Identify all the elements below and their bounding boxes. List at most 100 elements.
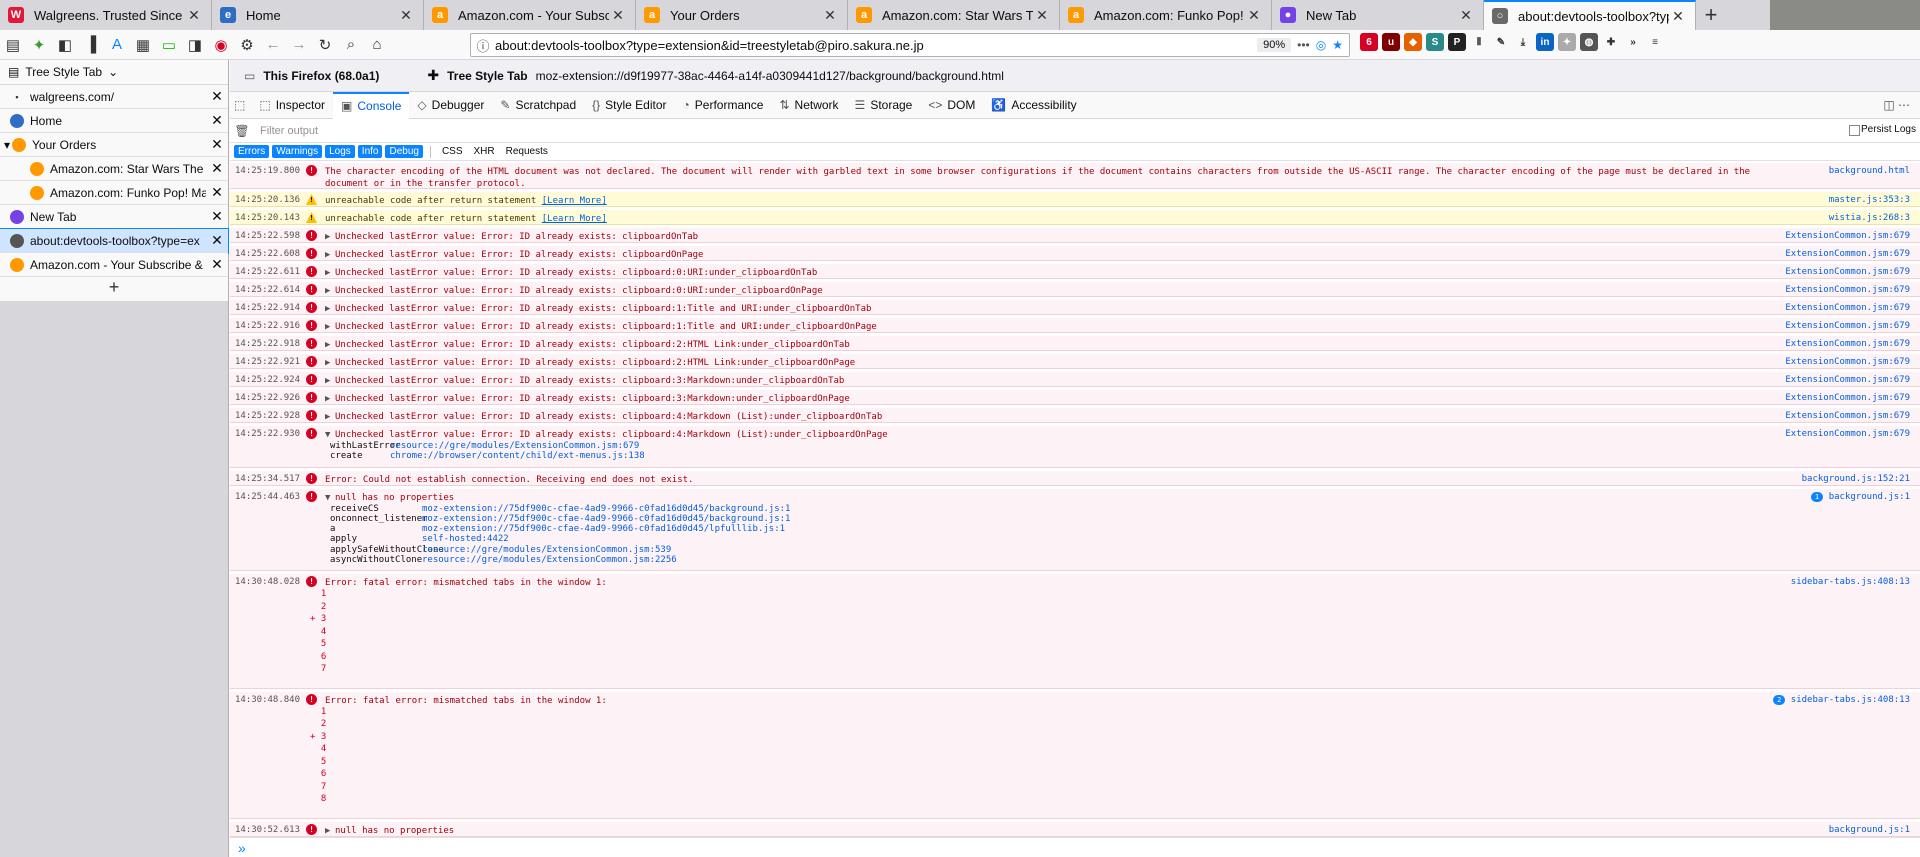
close-icon[interactable]: ✕ — [206, 160, 228, 177]
message-source-link[interactable]: ExtensionCommon.jsm:679 — [1785, 249, 1910, 259]
close-icon[interactable]: ✕ — [206, 184, 228, 201]
message-source-link[interactable]: ExtensionCommon.jsm:679 — [1785, 285, 1910, 295]
page-actions-icon[interactable]: ••• — [1297, 38, 1310, 52]
console-message[interactable]: 14:25:22.924! ▶ Unchecked lastError value:… — [230, 372, 1920, 387]
menu-icon[interactable]: ≡ — [1646, 33, 1664, 51]
message-source-link[interactable]: background.js:152:21 — [1802, 474, 1910, 484]
message-source-link[interactable]: ExtensionCommon.jsm:679 — [1785, 393, 1910, 403]
dock-options-icon[interactable]: ◫ ⋯ — [1883, 98, 1910, 112]
close-icon[interactable]: ✕ — [185, 6, 203, 24]
console-message[interactable]: 14:25:22.921! ▶ Unchecked lastError value:… — [230, 354, 1920, 369]
collapsed-twisty-icon[interactable]: ▶ — [325, 375, 335, 387]
console-message[interactable]: 14:25:20.143! unreachable code after retu… — [230, 210, 1920, 225]
filter-info[interactable]: Info — [357, 145, 383, 158]
search-icon[interactable]: ⌕ — [338, 32, 364, 58]
filter-css[interactable]: CSS — [438, 145, 467, 158]
message-source-link[interactable]: ExtensionCommon.jsm:679 — [1785, 357, 1910, 367]
pick-element-icon[interactable]: ⬚ — [230, 98, 251, 112]
collapsed-twisty-icon[interactable]: ▶ — [325, 357, 335, 369]
collapsed-twisty-icon[interactable]: ▶ — [325, 303, 335, 315]
console-message[interactable]: 14:25:19.800! The character encoding of t… — [230, 163, 1920, 189]
translate-icon[interactable]: A — [104, 32, 130, 58]
filter-errors[interactable]: Errors — [234, 145, 270, 158]
console-message[interactable]: 14:30:48.840! Error: fatal error: mismatc… — [230, 691, 1920, 819]
sidebar-tab-item[interactable]: Home ✕ — [0, 109, 228, 133]
extension-red-badge-icon[interactable]: 6 — [1360, 33, 1378, 51]
filter-requests[interactable]: Requests — [502, 145, 552, 158]
collapsed-twisty-icon[interactable]: ▶ — [325, 267, 335, 279]
collapsed-twisty-icon[interactable]: ▶ — [325, 393, 335, 405]
message-source-link[interactable]: ExtensionCommon.jsm:679 — [1785, 231, 1910, 241]
message-source-link[interactable]: sidebar-tabs.js:408:13 — [1791, 577, 1910, 587]
stack-location-link[interactable]: moz-extension://75df900c-cfae-4ad9-9966-… — [422, 504, 790, 514]
stack-frame[interactable]: asyncWithoutCloneresource://gre/modules/… — [330, 555, 677, 565]
console-message[interactable]: 14:25:22.614! ▶ Unchecked lastError value:… — [230, 282, 1920, 297]
console-input-prompt[interactable]: » — [230, 837, 1920, 857]
close-icon[interactable]: ✕ — [821, 6, 839, 24]
browser-tab[interactable]: ○ about:devtools-toolbox?type=ext✕ — [1484, 0, 1696, 30]
message-source-link[interactable]: background.html — [1829, 166, 1910, 176]
console-message[interactable]: 14:25:22.598! ▶ Unchecked lastError value:… — [230, 228, 1920, 243]
extension-globe-icon[interactable]: ◍ — [1580, 33, 1598, 51]
extension-gear-icon[interactable]: ⚙ — [234, 32, 260, 58]
console-message[interactable]: 14:30:52.613! ▶ null has no properties back… — [230, 821, 1920, 837]
console-message[interactable]: 14:25:44.463! ▼ null has no properties back… — [230, 488, 1920, 572]
close-icon[interactable]: ✕ — [397, 6, 415, 24]
stack-location-link[interactable]: resource://gre/modules/ExtensionCommon.j… — [422, 545, 671, 555]
tool-tab-accessibility[interactable]: ♿ Accessibility — [983, 92, 1084, 119]
filter-warnings[interactable]: Warnings — [272, 145, 323, 158]
bookmark-star-icon[interactable]: ★ — [1332, 38, 1343, 52]
sidebar-tab-item[interactable]: Amazon.com - Your Subscribe & ✕ — [0, 253, 228, 277]
console-message[interactable]: 14:25:34.517! Error: Could not establish … — [230, 470, 1920, 486]
message-source-link[interactable]: wistia.js:268:3 — [1829, 213, 1910, 223]
close-icon[interactable]: ✕ — [1033, 6, 1051, 24]
sidebar-right-icon[interactable]: ▐ — [78, 32, 104, 58]
browser-tab[interactable]: a Amazon.com: Star Wars The E✕ — [848, 0, 1060, 30]
sidebar-header[interactable]: ▤ Tree Style Tab ⌄ — [0, 60, 228, 85]
new-tab-icon[interactable]: + — [1696, 0, 1726, 30]
close-icon[interactable]: ✕ — [206, 256, 228, 273]
sidebar-panel-icon[interactable]: ◨ — [182, 32, 208, 58]
message-source-link[interactable]: ExtensionCommon.jsm:679 — [1785, 339, 1910, 349]
stack-frame[interactable]: apply self-hosted:4422 — [330, 534, 509, 544]
new-tab-button[interactable]: + — [0, 277, 228, 301]
sidebar-tab-item[interactable]: about:devtools-toolbox?type=ex ✕ — [0, 228, 229, 254]
filter-debug[interactable]: Debug — [385, 145, 423, 158]
message-source-link[interactable]: ExtensionCommon.jsm:679 — [1785, 267, 1910, 277]
message-source-link[interactable]: background.js:1 — [1829, 492, 1910, 502]
browser-tab[interactable]: a Your Orders ✕ — [636, 0, 848, 30]
collapsed-twisty-icon[interactable]: ▶ — [325, 231, 335, 243]
reload-icon[interactable]: ↻ — [312, 32, 338, 58]
collapsed-twisty-icon[interactable]: ▶ — [325, 321, 335, 333]
overflow-icon[interactable]: » — [1624, 33, 1642, 51]
forward-icon[interactable]: → — [286, 32, 312, 58]
tools-icon[interactable]: ✎ — [1492, 33, 1510, 51]
stack-location-link[interactable]: moz-extension://75df900c-cfae-4ad9-9966-… — [422, 524, 785, 534]
url-bar[interactable]: ⓘ about:devtools-toolbox?type=extension&… — [470, 33, 1350, 57]
console-message[interactable]: 14:25:22.930! ▼ Unchecked lastError value:… — [230, 426, 1920, 468]
stack-location-link[interactable]: resource://gre/modules/ExtensionCommon.j… — [422, 555, 677, 565]
close-icon[interactable]: ✕ — [1669, 7, 1687, 25]
stack-location-link[interactable]: resource://gre/modules/ExtensionCommon.j… — [390, 441, 639, 451]
sidebar-tab-item[interactable]: New Tab ✕ — [0, 205, 228, 229]
message-source-link[interactable]: sidebar-tabs.js:408:13 — [1791, 695, 1910, 705]
learn-more-link[interactable]: [Learn More] — [542, 214, 607, 224]
message-source-link[interactable]: ExtensionCommon.jsm:679 — [1785, 375, 1910, 385]
bookmark-star-green-icon[interactable]: ✦ — [26, 32, 52, 58]
tool-tab-console[interactable]: ▣ Console — [333, 91, 410, 119]
apps-grid-icon[interactable]: ▦ — [130, 32, 156, 58]
close-icon[interactable]: ✕ — [206, 136, 228, 153]
close-icon[interactable]: ✕ — [609, 6, 627, 24]
close-icon[interactable]: ✕ — [206, 232, 228, 249]
extension-orange-icon[interactable]: ◆ — [1404, 33, 1422, 51]
collapsed-twisty-icon[interactable]: ▶ — [325, 339, 335, 351]
collapsed-twisty-icon[interactable]: ▶ — [325, 411, 335, 423]
twisty-down-icon[interactable]: ▾ — [4, 138, 10, 152]
stack-frame[interactable]: a moz-extension://75df900c-cfae-4ad9-9966… — [330, 524, 785, 534]
console-message[interactable]: 14:25:22.928! ▶ Unchecked lastError value:… — [230, 408, 1920, 423]
message-source-link[interactable]: ExtensionCommon.jsm:679 — [1785, 429, 1910, 439]
message-source-link[interactable]: ExtensionCommon.jsm:679 — [1785, 411, 1910, 421]
tool-tab-performance[interactable]: ◔ Performance — [675, 92, 772, 119]
collapsed-twisty-icon[interactable]: ▶ — [325, 825, 335, 837]
console-message[interactable]: 14:25:20.136! unreachable code after retu… — [230, 192, 1920, 207]
